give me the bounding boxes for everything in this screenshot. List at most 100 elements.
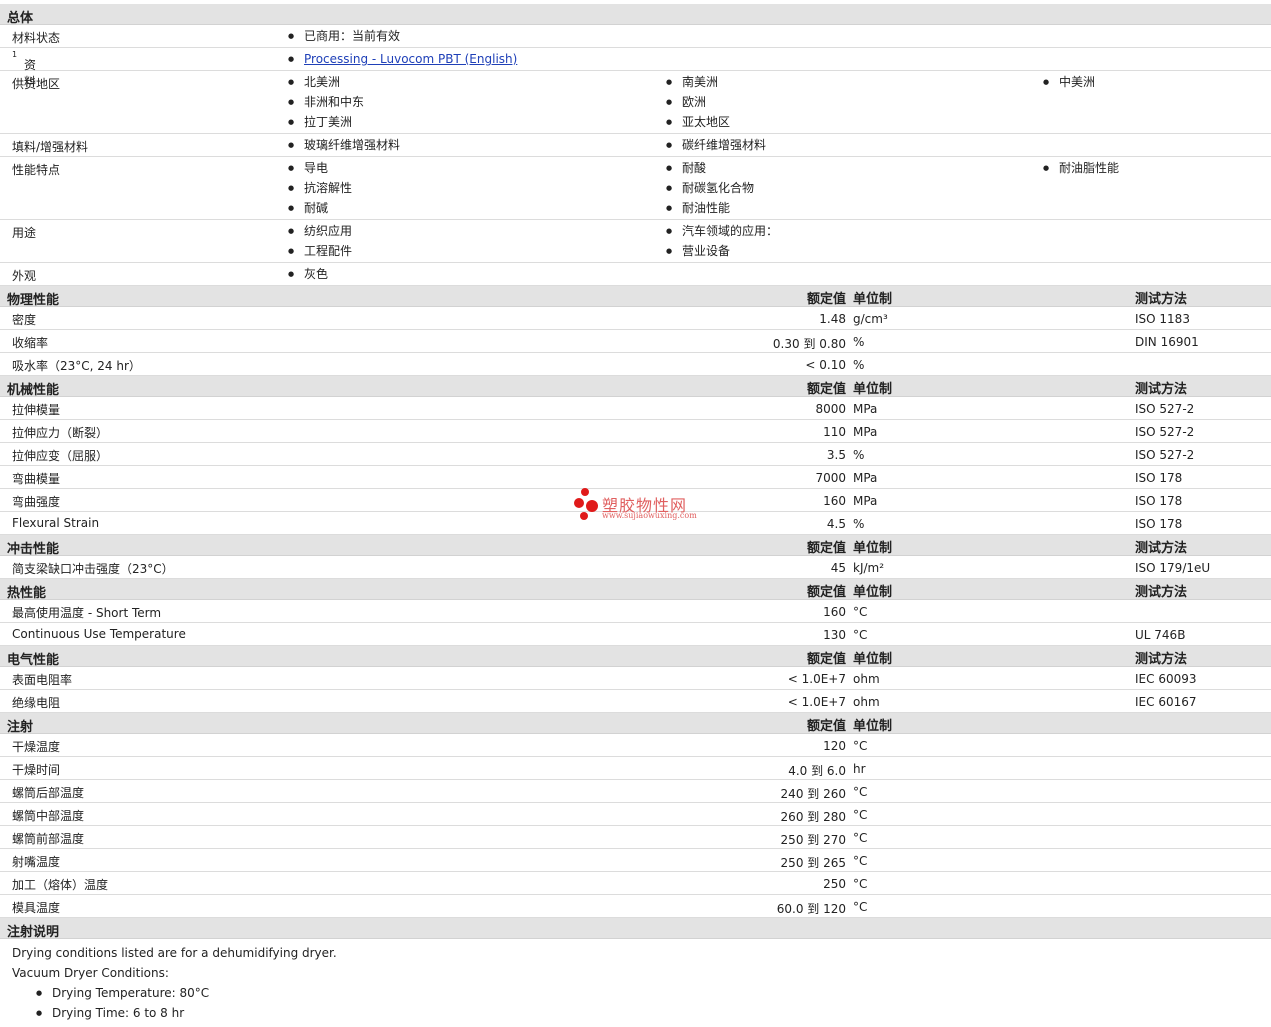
watermark-logo: 塑胶物性网 www.sujiaowuxing.com xyxy=(574,488,704,528)
list-item: 导电 xyxy=(288,160,352,180)
property-unit: kJ/m² xyxy=(853,561,885,575)
section-header: 冲击性能 额定值 单位制 测试方法 xyxy=(0,535,1271,557)
property-unit: ohm xyxy=(853,695,880,709)
list-item: 营业设备 xyxy=(666,243,778,263)
header-test: 测试方法 xyxy=(1135,292,1188,307)
list-item: 北美洲 xyxy=(288,74,364,94)
property-label: 最高使用温度 - Short Term xyxy=(12,606,162,620)
watermark-dots-icon xyxy=(574,488,600,522)
property-row: 吸水率（23°C, 24 hr） < 0.10% xyxy=(0,353,1271,376)
general-label: 用途 xyxy=(12,226,37,240)
property-test-method: ISO 178 xyxy=(1135,494,1183,508)
property-row: 简支梁缺口冲击强度（23°C） 45 kJ/m² ISO 179/1eU xyxy=(0,556,1271,579)
property-label: Flexural Strain xyxy=(12,516,100,530)
list-item: 碳纤维增强材料 xyxy=(666,137,766,157)
list-item: 耐碳氢化合物 xyxy=(666,180,754,200)
property-row: 螺筒前部温度 250 到 270 °C xyxy=(0,826,1271,849)
property-unit: °C xyxy=(853,605,868,619)
note-bullet: Drying Temperature: 80°C xyxy=(12,983,1259,1003)
property-label: 射嘴温度 xyxy=(12,855,61,869)
property-unit: °C xyxy=(853,854,868,868)
property-unit: MPa xyxy=(853,425,878,439)
property-label: 螺筒中部温度 xyxy=(12,809,85,823)
general-row: 材料状态 已商用：当前有效 xyxy=(0,25,1271,48)
header-unit: 单位制 xyxy=(853,585,893,600)
list-item: 亚太地区 xyxy=(666,114,730,134)
property-unit: °C xyxy=(853,808,868,822)
property-unit: MPa xyxy=(853,494,878,508)
property-value: 120 xyxy=(823,739,846,753)
general-column: 导电抗溶解性耐碱 xyxy=(288,160,352,220)
property-unit: MPa xyxy=(853,471,878,485)
section-title: 电气性能 xyxy=(7,653,60,668)
general-label: 供货地区 xyxy=(12,77,61,91)
list-item: 工程配件 xyxy=(288,243,352,263)
section-notes: 注射说明 xyxy=(0,918,1271,940)
property-unit: % xyxy=(853,517,865,531)
property-unit: °C xyxy=(853,628,868,642)
property-label: 绝缘电阻 xyxy=(12,696,61,710)
property-label: 拉伸应力（断裂） xyxy=(12,426,109,440)
property-value: < 0.10 xyxy=(805,358,846,372)
header-value: 额定值 xyxy=(806,292,846,307)
header-test: 测试方法 xyxy=(1135,652,1188,667)
general-label-wrap: 资料 1 xyxy=(12,50,36,89)
property-value: 4.0 到 6.0 xyxy=(788,764,846,778)
property-test-method: UL 746B xyxy=(1135,628,1186,642)
property-test-method: IEC 60093 xyxy=(1135,672,1197,686)
property-test-method: ISO 527-2 xyxy=(1135,448,1195,462)
property-unit: hr xyxy=(853,762,866,776)
footnote-marker: 1 xyxy=(12,50,18,59)
property-row: 绝缘电阻 < 1.0E+7 ohm IEC 60167 xyxy=(0,690,1271,713)
property-row: 螺筒后部温度 240 到 260 °C xyxy=(0,780,1271,803)
header-unit: 单位制 xyxy=(853,719,893,734)
list-item: 纺织应用 xyxy=(288,223,352,243)
general-row: 资料 1 Processing - Luvocom PBT (English) xyxy=(0,48,1271,89)
property-test-method: ISO 178 xyxy=(1135,471,1183,485)
property-label: 密度 xyxy=(12,313,37,327)
property-value: 260 到 280 xyxy=(780,810,846,824)
general-column: 中美洲 xyxy=(1043,74,1095,94)
section-title: 物理性能 xyxy=(7,293,60,308)
general-column: 北美洲非洲和中东拉丁美洲 xyxy=(288,74,364,134)
property-unit: °C xyxy=(853,831,868,845)
property-unit: % xyxy=(853,358,865,372)
property-label: 弯曲模量 xyxy=(12,472,61,486)
property-label: 拉伸模量 xyxy=(12,403,61,417)
property-row: 模具温度 60.0 到 120 °C xyxy=(0,895,1271,918)
list-item: 灰色 xyxy=(288,266,328,286)
property-unit: ohm xyxy=(853,672,880,686)
section-header: 物理性能 额定值 单位制 测试方法 xyxy=(0,286,1271,308)
section-header: 热性能 额定值 单位制 测试方法 xyxy=(0,579,1271,601)
general-row: 填料/增强材料 玻璃纤维增强材料 碳纤维增强材料 xyxy=(0,134,1271,157)
property-label: 收缩率 xyxy=(12,336,49,350)
list-item: 汽车领域的应用： xyxy=(666,223,778,243)
property-label: 吸水率（23°C, 24 hr） xyxy=(12,359,141,373)
property-label: 加工（熔体）温度 xyxy=(12,878,109,892)
section-header: 注射 额定值 单位制 xyxy=(0,713,1271,735)
general-label: 性能特点 xyxy=(12,163,61,177)
property-test-method: ISO 527-2 xyxy=(1135,402,1195,416)
document-link[interactable]: Processing - Luvocom PBT (English) xyxy=(304,52,517,66)
property-value: < 1.0E+7 xyxy=(787,695,846,709)
property-test-method: IEC 60167 xyxy=(1135,695,1197,709)
general-row: 供货地区 北美洲非洲和中东拉丁美洲 南美洲欧洲亚太地区 中美洲 xyxy=(0,71,1271,134)
header-test: 测试方法 xyxy=(1135,382,1188,397)
section-title: 机械性能 xyxy=(7,383,60,398)
property-label: 表面电阻率 xyxy=(12,673,73,687)
header-value: 额定值 xyxy=(806,585,846,600)
property-row: 拉伸模量 8000 MPa ISO 527-2 xyxy=(0,397,1271,420)
general-column: 纺织应用工程配件 xyxy=(288,223,352,263)
property-unit: °C xyxy=(853,900,868,914)
general-row: 性能特点 导电抗溶解性耐碱 耐酸耐碳氢化合物耐油性能 耐油脂性能 xyxy=(0,157,1271,220)
property-unit: MPa xyxy=(853,402,878,416)
header-value: 额定值 xyxy=(806,719,846,734)
property-label: Continuous Use Temperature xyxy=(12,627,186,641)
section-header: 机械性能 额定值 单位制 测试方法 xyxy=(0,376,1271,398)
property-test-method: ISO 179/1eU xyxy=(1135,561,1211,575)
property-unit: % xyxy=(853,335,865,349)
general-row: 用途 纺织应用工程配件 汽车领域的应用：营业设备 xyxy=(0,220,1271,263)
section-title: 注射说明 xyxy=(7,925,60,940)
property-row: 收缩率 0.30 到 0.80% DIN 16901 xyxy=(0,330,1271,353)
property-row: 加工（熔体）温度 250 °C xyxy=(0,872,1271,895)
